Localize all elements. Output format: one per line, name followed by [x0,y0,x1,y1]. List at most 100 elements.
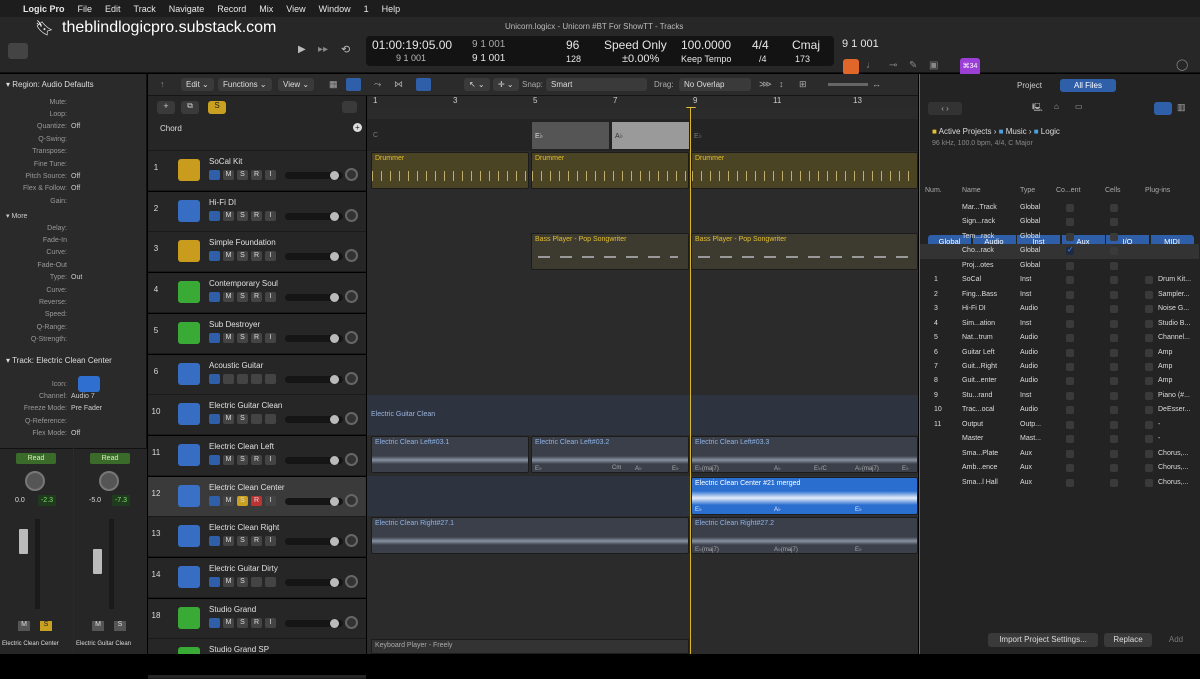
inspector-row[interactable]: Type: Out [0,272,146,284]
cycle-button[interactable]: ⟲ [341,43,350,56]
track-r-button[interactable]: R [251,454,262,465]
menu-1[interactable]: 1 [364,4,369,14]
row-cells-checkbox[interactable] [1110,449,1118,458]
track-pan-knob[interactable] [345,412,358,426]
table-row[interactable]: Master Mast... - [920,432,1199,446]
track-icon[interactable] [178,484,200,507]
solo-button-2[interactable]: S [114,621,126,631]
row-cells-checkbox[interactable] [1110,218,1118,227]
track-icon[interactable] [178,321,200,344]
track-icon[interactable] [178,443,200,466]
track-r-button[interactable]: R [251,292,262,303]
power-button[interactable] [209,414,220,425]
power-button[interactable] [209,536,220,547]
track-icon[interactable] [178,403,200,426]
track-name[interactable]: Sub Destroyer [209,320,260,329]
track-name[interactable]: Electric Clean Left [209,442,274,451]
row-plugins-checkbox[interactable] [1145,319,1153,328]
track-pan-knob[interactable] [345,575,358,588]
row-content-checkbox[interactable] [1066,420,1074,429]
track-name[interactable]: Electric Guitar Dirty [209,564,278,573]
region-inspector-header[interactable]: ▾ Region: Audio Defaults [6,80,94,89]
power-button[interactable] [209,170,220,180]
pan-knob-2[interactable] [99,471,119,491]
row-content-checkbox[interactable] [1066,478,1074,487]
track-i-button[interactable]: I [265,536,276,547]
row-content-checkbox[interactable] [1066,232,1074,241]
more-header[interactable]: ▾ More [6,212,27,220]
track-pan-knob[interactable] [345,330,358,344]
row-content-checkbox[interactable] [1066,464,1074,473]
inspector-row[interactable]: Loop: [0,108,146,120]
track-m-button[interactable]: M [223,414,234,425]
track-m-button[interactable]: M [223,495,234,506]
track-icon-preview[interactable] [78,376,100,392]
row-plugins-checkbox[interactable] [1145,478,1153,487]
inspector-row[interactable]: Freeze Mode: Pre Fader [0,403,146,415]
track-name[interactable]: Simple Foundation [209,238,276,247]
clean-right-region-1[interactable]: Electric Clean Right#27.1 [371,517,689,554]
table-row[interactable]: 8 Guit...enter Audio Amp [920,374,1199,388]
drummer-region-3[interactable]: Drummer [691,152,918,189]
menu-edit[interactable]: Edit [105,4,121,14]
row-cells-checkbox[interactable] [1110,247,1118,256]
catch-icon[interactable]: ⤳ [374,79,381,90]
track-i-button[interactable]: I [265,210,276,221]
chord-track-header[interactable]: Chord + [148,119,366,151]
clean-left-region-2[interactable]: Electric Clean Left#03.2 E♭ Cm A♭ E♭ [531,436,689,473]
row-plugins-checkbox[interactable] [1145,420,1153,429]
row-plugins-checkbox[interactable] [1145,391,1153,400]
row-cells-checkbox[interactable] [1110,464,1118,473]
clean-center-region[interactable]: Electric Clean Center #21 merged E♭ A♭ E♭ [691,477,918,515]
track-icon[interactable] [178,281,200,304]
drummer-region-1[interactable]: Drummer [371,152,529,189]
track-volume-slider[interactable] [285,455,343,465]
row-content-checkbox[interactable] [1066,348,1074,357]
lcd-display[interactable]: 01:00:19:05.00 9 1 001 9 1 001 9 1 001 9… [366,36,879,66]
track-name[interactable]: Electric Clean Center [209,483,285,492]
track-icon[interactable] [178,566,200,588]
inspector-row[interactable]: Pitch Source: Off [0,170,146,182]
row-content-checkbox[interactable] [1066,391,1074,400]
track-name[interactable]: Acoustic Guitar [209,361,263,370]
play-button[interactable]: ▶ [298,44,306,55]
bass-region-2[interactable]: Bass Player - Pop Songwriter [691,233,918,270]
track-r-button[interactable]: R [251,170,262,180]
row-cells-checkbox[interactable] [1110,377,1118,386]
menu-navigate[interactable]: Navigate [169,4,205,14]
inspector-row[interactable]: Transpose: [0,146,146,158]
row-plugins-checkbox[interactable] [1145,435,1153,444]
table-row[interactable]: Cho...rack Global ✓ [920,244,1199,259]
pan-knob-1[interactable] [25,471,45,491]
track-s-button[interactable]: S [237,210,248,221]
automation-read-1[interactable]: Read [16,453,56,464]
snap-icon[interactable] [416,78,431,91]
clean-left-region-3[interactable]: Electric Clean Left#03.3 E♭(maj7) A♭ E♭/C A♭… [691,436,918,473]
fader-2[interactable] [93,549,102,574]
track-s-button[interactable]: S [237,292,248,303]
track-i-button[interactable]: I [265,170,276,180]
track-name[interactable]: SoCal Kit [209,157,242,166]
edit-menu[interactable]: Edit ⌄ [181,78,214,91]
table-row[interactable]: Sma...l Hall Aux Chorus,... [920,476,1199,490]
pencil-icon[interactable]: ✎ [909,60,917,71]
menu-record[interactable]: Record [217,4,246,14]
grid-view-icon[interactable]: ▦ [329,79,338,90]
track-name[interactable]: Studio Grand [209,605,256,614]
flex-icon[interactable]: ⋈ [394,79,403,90]
track-header[interactable]: 5 Sub Destroyer M S R I [148,313,366,354]
menu-logic-pro[interactable]: Logic Pro [23,4,65,14]
power-button[interactable] [209,210,220,221]
track-icon[interactable] [178,606,200,629]
browser-toggle-icon[interactable]: ◯ [1176,58,1188,71]
tab-project[interactable]: Project [1002,79,1057,92]
path-bar[interactable]: ■ Active Projects › ■ Music › ■ Logic [932,127,1060,136]
row-content-checkbox[interactable] [1066,362,1074,371]
path-logic[interactable]: Logic [1041,127,1060,136]
inspector-row[interactable]: Reverse: [0,296,146,308]
row-content-checkbox[interactable] [1066,319,1074,328]
track-i-button[interactable] [265,414,276,425]
row-plugins-checkbox[interactable] [1145,362,1153,371]
track-header[interactable]: 10 Electric Guitar Clean M S [148,395,366,436]
track-m-button[interactable]: M [223,332,234,343]
